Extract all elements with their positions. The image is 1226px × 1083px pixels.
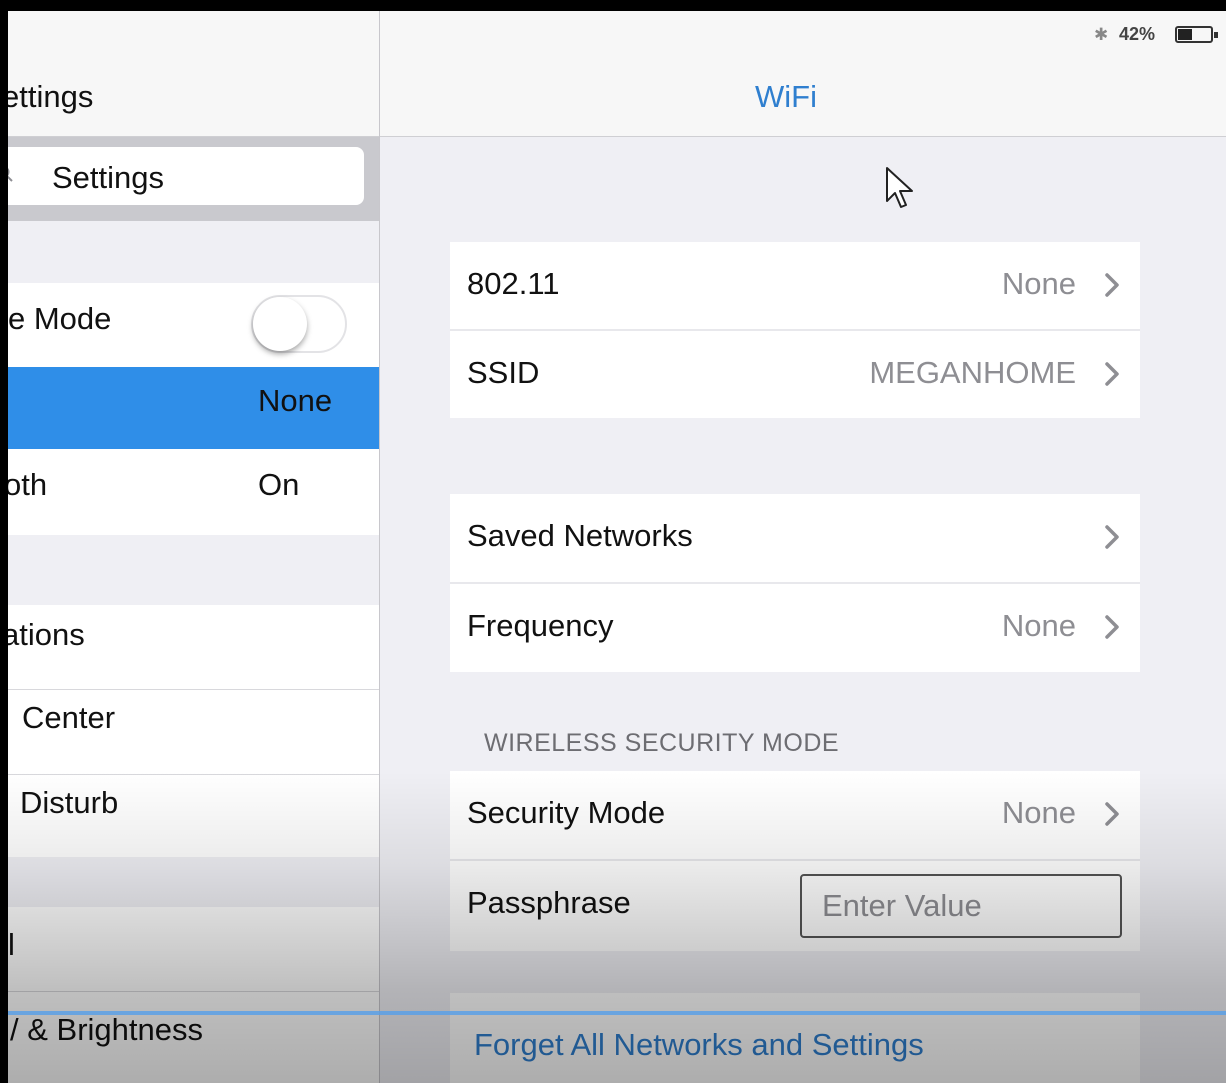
sidebar-item-general[interactable]: l bbox=[8, 907, 379, 991]
security-group: Security Mode None Passphrase bbox=[450, 771, 1140, 951]
sidebar-title: ettings bbox=[8, 79, 94, 114]
ipad-screen: ettings Settings e Mode None oth On atio… bbox=[8, 11, 1226, 1083]
sidebar-item-label: e Mode bbox=[8, 301, 112, 336]
sidebar-item-value: On bbox=[258, 467, 300, 502]
battery-percent: 42% bbox=[1119, 24, 1156, 44]
search-input[interactable]: Settings bbox=[8, 147, 364, 205]
detail-header: ✱ 42% WiFi bbox=[380, 11, 1226, 137]
video-frame: ettings Settings e Mode None oth On atio… bbox=[0, 0, 1226, 1083]
sidebar-item-label-text: & Brightness bbox=[27, 1012, 203, 1047]
chevron-right-icon bbox=[1105, 615, 1119, 639]
sidebar-item-label: Center bbox=[22, 700, 116, 735]
sidebar-item-label: ations bbox=[8, 617, 85, 652]
battery-tip bbox=[1214, 32, 1218, 38]
sidebar-item-label: l bbox=[8, 927, 15, 962]
cut-off-prefix: / bbox=[10, 1012, 28, 1047]
row-label: Saved Networks bbox=[467, 518, 693, 553]
sidebar-item-label: oth bbox=[8, 467, 48, 502]
bluetooth-status-icon: ✱ bbox=[1094, 25, 1109, 44]
chevron-right-icon bbox=[1105, 525, 1119, 549]
sidebar-item-bluetooth[interactable]: oth On bbox=[8, 449, 379, 535]
chevron-right-icon bbox=[1105, 802, 1119, 826]
row-label: 802.11 bbox=[467, 266, 560, 301]
battery-level bbox=[1178, 29, 1192, 40]
row-value: None bbox=[1001, 266, 1076, 301]
sidebar-item-airplane-mode[interactable]: e Mode bbox=[8, 283, 379, 367]
row-security-mode[interactable]: Security Mode None bbox=[450, 771, 1140, 859]
page-title: WiFi bbox=[755, 79, 817, 114]
chevron-right-icon bbox=[1105, 362, 1119, 386]
forget-all-networks-button[interactable]: Forget All Networks and Settings bbox=[474, 1027, 924, 1063]
row-value: None bbox=[1001, 795, 1076, 830]
passphrase-input[interactable] bbox=[800, 874, 1122, 938]
row-passphrase: Passphrase bbox=[450, 861, 1140, 949]
sidebar-item-notifications[interactable]: ations bbox=[8, 605, 379, 689]
row-ssid[interactable]: SSID MEGANHOME bbox=[450, 331, 1140, 419]
search-icon bbox=[8, 167, 13, 182]
sidebar-item-control-center[interactable]: Center bbox=[8, 690, 379, 774]
sidebar-item-display-brightness[interactable]: / & Brightness bbox=[8, 992, 379, 1083]
airplane-mode-toggle[interactable] bbox=[251, 295, 347, 353]
forget-networks-group: Forget All Networks and Settings bbox=[450, 993, 1140, 1083]
row-label: SSID bbox=[467, 355, 540, 390]
network-options-group: Saved Networks Frequency None bbox=[450, 494, 1140, 672]
row-802-11[interactable]: 802.11 None bbox=[450, 242, 1140, 330]
toggle-knob bbox=[253, 297, 307, 351]
search-text: Settings bbox=[52, 160, 165, 195]
row-frequency[interactable]: Frequency None bbox=[450, 584, 1140, 672]
wifi-detail-pane: ✱ 42% WiFi 802.11 None SSID MEGANHOME Sa… bbox=[380, 11, 1226, 1083]
row-value: None bbox=[1001, 608, 1076, 643]
row-label: Security Mode bbox=[467, 795, 666, 830]
sidebar-item-label: / & Brightness bbox=[10, 1012, 203, 1048]
sidebar-item-label: Disturb bbox=[20, 785, 119, 820]
row-label: Passphrase bbox=[467, 885, 631, 920]
sidebar-item-value: None bbox=[258, 383, 333, 418]
battery-icon bbox=[1175, 26, 1218, 43]
sidebar-header: ettings bbox=[8, 11, 379, 137]
section-header-wireless-security: WIRELESS SECURITY MODE bbox=[484, 729, 840, 757]
search-bar: Settings bbox=[8, 137, 379, 221]
mouse-cursor-icon bbox=[886, 167, 913, 208]
chevron-right-icon bbox=[1105, 273, 1119, 297]
row-saved-networks[interactable]: Saved Networks bbox=[450, 494, 1140, 582]
row-label: Frequency bbox=[467, 608, 614, 643]
network-info-group: 802.11 None SSID MEGANHOME bbox=[450, 242, 1140, 418]
sidebar-item-wifi[interactable]: None bbox=[8, 367, 379, 449]
sidebar-item-do-not-disturb[interactable]: Disturb bbox=[8, 775, 379, 857]
settings-sidebar: ettings Settings e Mode None oth On atio… bbox=[8, 11, 380, 1083]
row-value: MEGANHOME bbox=[869, 355, 1076, 390]
